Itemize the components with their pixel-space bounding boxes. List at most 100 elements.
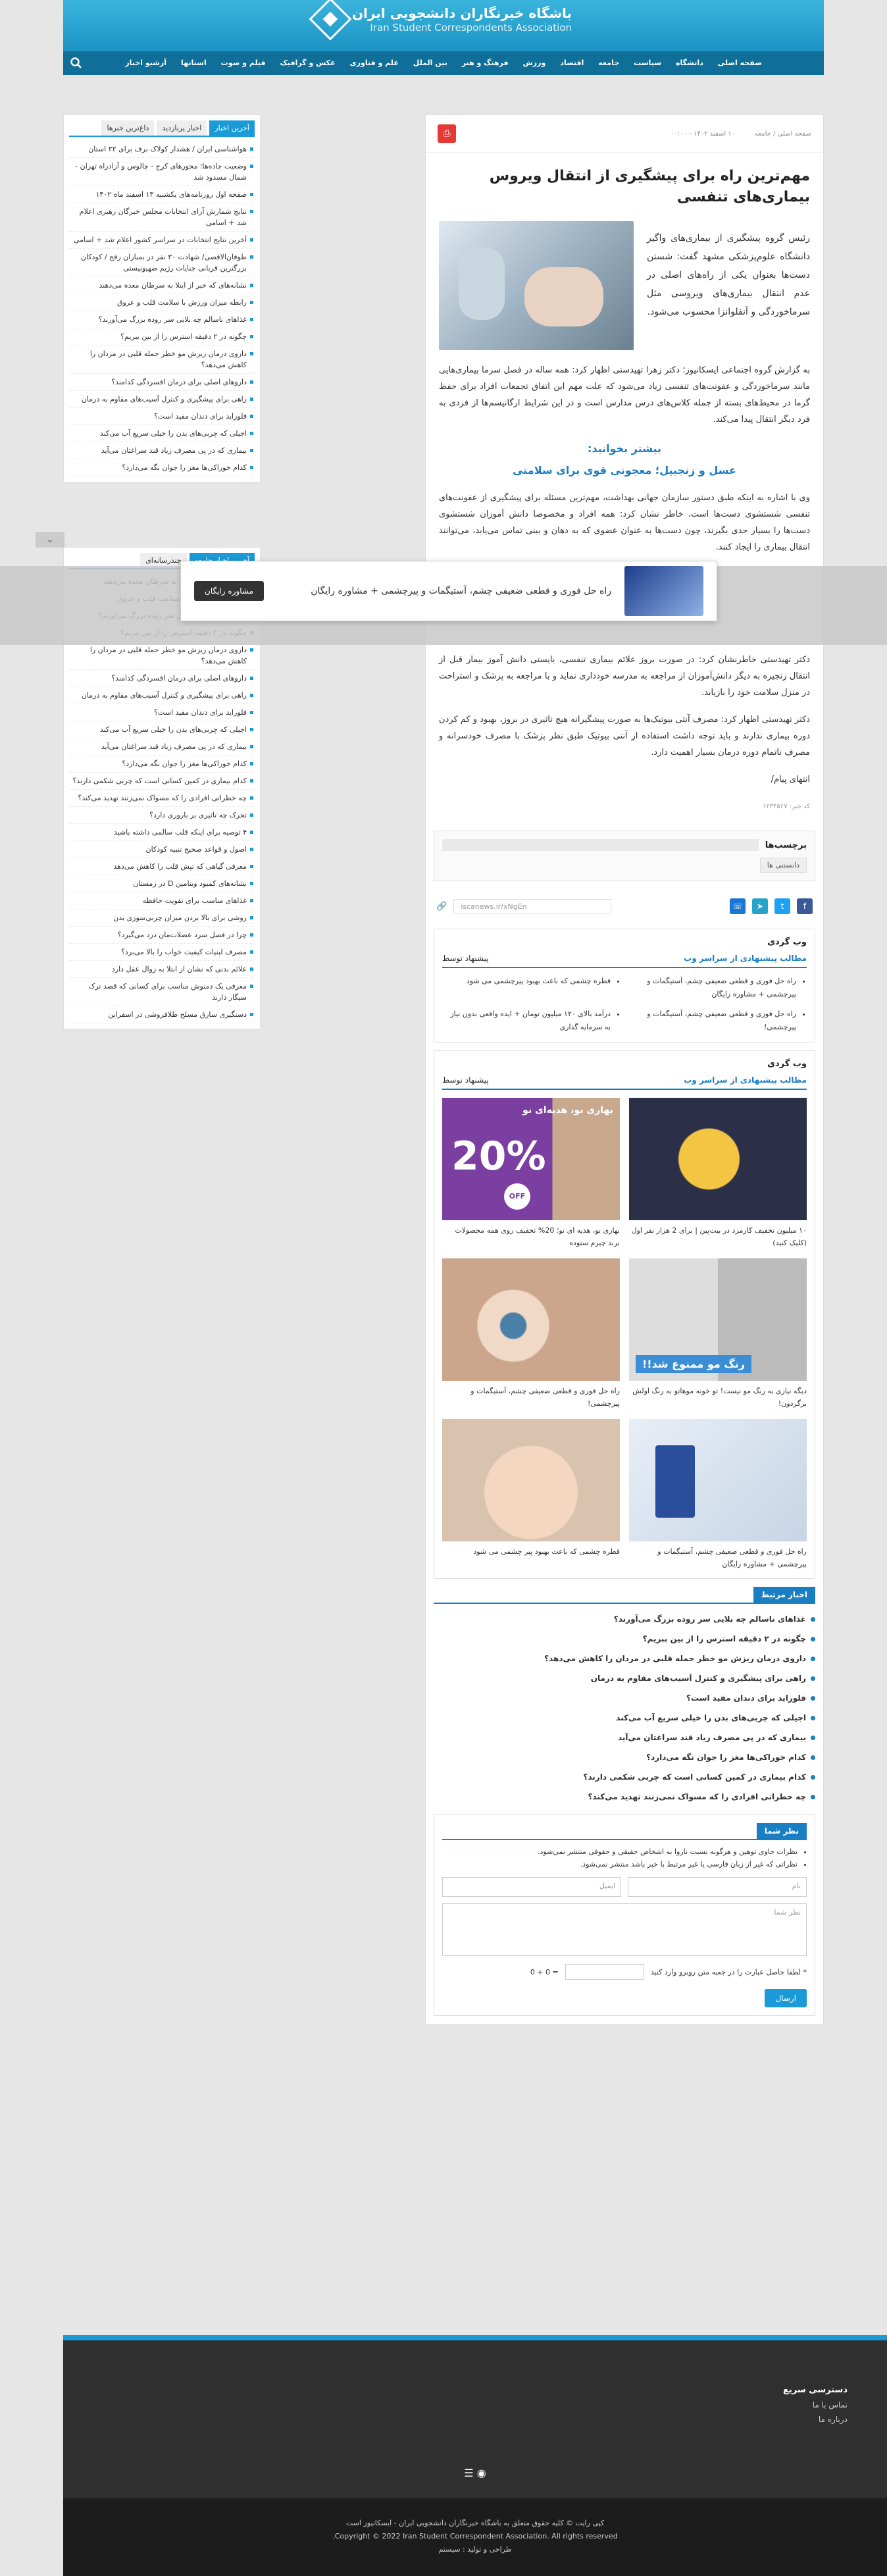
footer-link-about[interactable]: درباره ما bbox=[819, 2415, 848, 2424]
ad-card[interactable]: راه حل فوری و قطعی ضعیفی چشم، آستیگمات و… bbox=[442, 1258, 620, 1410]
nav-science[interactable]: علم و فناوری bbox=[343, 51, 406, 75]
related-item[interactable]: کدام خوراکی‌ها مغز را جوان نگه می‌دارد؟ bbox=[434, 1747, 815, 1767]
ad-card[interactable]: راه حل فوری و قطعی ضعیفی چشم، آستیگمات و… bbox=[629, 1419, 807, 1570]
tag-item[interactable]: دانستنی ها bbox=[759, 858, 807, 873]
sidebar-news-item[interactable]: داروهای اصلی برای درمان افسردگی کدامند؟ bbox=[69, 670, 255, 687]
nav-international[interactable]: بین الملل bbox=[406, 51, 455, 75]
whatsapp-icon[interactable]: ☏ bbox=[730, 898, 746, 914]
read-more-link[interactable]: عسل و زنجبیل؛ معجونی قوی برای سلامتی bbox=[426, 459, 823, 484]
related-item[interactable]: داروی درمان ریزش مو خطر حمله قلبی در مرد… bbox=[434, 1649, 815, 1668]
name-field[interactable]: نام bbox=[628, 1877, 807, 1897]
sidebar-news-item[interactable]: راهی برای پیشگیری و کنترل آسیب‌های مقاوم… bbox=[69, 391, 255, 408]
sidebar-news-item[interactable]: آخرین نتایج انتخابات در سراسر کشور اعلام… bbox=[69, 232, 255, 249]
nav-provinces[interactable]: استانها bbox=[174, 51, 214, 75]
related-item[interactable]: فلوراید برای دندان مفید است؟ bbox=[434, 1688, 815, 1708]
related-item[interactable]: بیماری که در پی مصرف زیاد قند سراغتان می… bbox=[434, 1728, 815, 1747]
article-title: مهم‌ترین راه برای پیشگیری از انتقال ویرو… bbox=[489, 168, 810, 205]
sidebar-news-item[interactable]: صفحه اول روزنامه‌های یکشنبه ۱۳ اسفند ماه… bbox=[69, 186, 255, 203]
read-more-heading: بیشتر بخوانید: bbox=[587, 442, 662, 455]
ad-card[interactable]: رنگ مو ممنوع شد!! دیگه نیازی به رنگ مو ن… bbox=[629, 1258, 807, 1410]
sidebar-news-item[interactable]: نشانه‌های کمبود ویتامین D در زمستان bbox=[69, 875, 255, 892]
sitemap-icon[interactable]: ☰ bbox=[464, 2467, 473, 2479]
sticky-ad[interactable]: راه حل فوری و قطعی ضعیفی چشم، آستیگمات و… bbox=[180, 561, 717, 621]
sidebar-news-item[interactable]: غذاهای مناسب برای تقویت حافظه bbox=[69, 892, 255, 910]
free-consult-button[interactable]: مشاوره رایگان bbox=[194, 581, 265, 601]
short-url[interactable]: iscanews.ir/xNgEn bbox=[453, 898, 612, 914]
sidebar-news-item[interactable]: داروی درمان ریزش مو خطر حمله قلبی در مرد… bbox=[69, 642, 255, 670]
footer-link-contact[interactable]: تماس با ما bbox=[813, 2400, 848, 2409]
sidebar-news-item[interactable]: کدام خوراکی‌ها مغز را جوان نگه می‌دارد؟ bbox=[69, 756, 255, 773]
related-item[interactable]: غذاهای ناسالم چه بلایی سر روده بزرگ می‌آ… bbox=[434, 1609, 815, 1629]
sidebar-news-item[interactable]: معرفی گیاهی که تپش قلب را کاهش می‌دهد bbox=[69, 858, 255, 875]
sidebar-news-item[interactable]: فلوراید برای دندان مفید است؟ bbox=[69, 704, 255, 721]
sidebar-news-item[interactable]: اجیلی که چربی‌های بدن را خیلی سریع آب می… bbox=[69, 425, 255, 442]
sidebar-news-item[interactable]: دستگیری سارق مسلح طلافروشی در اسفراین bbox=[69, 1006, 255, 1023]
print-icon[interactable]: ⎙ bbox=[438, 124, 456, 143]
nav-photo[interactable]: عکس و گرافیک bbox=[273, 51, 343, 75]
sidebar-news-item[interactable]: کدام خوراکی‌ها مغز را جوان نگه می‌دارد؟ bbox=[69, 459, 255, 477]
search-icon[interactable] bbox=[70, 57, 83, 70]
webgardi-item[interactable]: راه حل فوری و قطعی ضعیفی چشم، آستیگمات و… bbox=[628, 975, 796, 1001]
sidebar-news-item[interactable]: رابطه میزان ورزش با سلامت قلب و عروق bbox=[69, 294, 255, 311]
sidebar-news-item[interactable]: غذاهای ناسالم چه بلایی سر روده بزرگ می‌آ… bbox=[69, 311, 255, 328]
nav-archive[interactable]: آرشیو اخبار bbox=[118, 51, 174, 75]
nav-video[interactable]: فیلم و صوت bbox=[214, 51, 273, 75]
captcha-input[interactable] bbox=[565, 1964, 644, 1980]
sidebar-news-item[interactable]: اجیلی که چربی‌های بدن را خیلی سریع آب می… bbox=[69, 721, 255, 738]
related-item[interactable]: چگونه در ۲ دقیقه استرس را از بین ببریم؟ bbox=[434, 1629, 815, 1649]
sidebar-news-item[interactable]: فلوراید برای دندان مفید است؟ bbox=[69, 408, 255, 425]
sidebar-news-item[interactable]: طوفان‌الاقصی/ شهادت ۳۰ نفر در بمباران رف… bbox=[69, 249, 255, 277]
comment-textarea[interactable]: نظر شما bbox=[442, 1903, 807, 1956]
send-button[interactable]: ارسال bbox=[765, 1989, 807, 2007]
related-item[interactable]: راهی برای پیشگیری و کنترل آسیب‌های مقاوم… bbox=[434, 1668, 815, 1688]
webgardi-item[interactable]: راه حل فوری و قطعی ضعیفی چشم، آستیگمات و… bbox=[628, 1008, 796, 1034]
twitter-icon[interactable]: t bbox=[774, 898, 790, 914]
sidebar-news-item[interactable]: چه خطراتی افرادی را که مسواک نمی‌زنند ته… bbox=[69, 790, 255, 807]
sidebar-news-item[interactable]: نشانه‌های که خبر از ابتلا به سرطان معده … bbox=[69, 277, 255, 294]
nav-sport[interactable]: ورزش bbox=[516, 51, 553, 75]
sidebar-news-item[interactable]: چگونه در ۲ دقیقه استرس را از بین ببریم؟ bbox=[69, 328, 255, 346]
sidebar-news-item[interactable]: علائم بدنی که نشان از ابتلا به زوال عقل … bbox=[69, 961, 255, 978]
sidebar-news-item[interactable]: ۴ توصیه برای اینکه قلب سالمی داشته باشید bbox=[69, 824, 255, 841]
design-credit[interactable]: طراحی و تولید : سیستم bbox=[63, 2543, 887, 2556]
sidebar-news-item[interactable]: تحرک چه تاثیری بر باروری دارد؟ bbox=[69, 807, 255, 824]
sidebar-news-item[interactable]: اصول و قواعد صحیح تنبیه کودکان bbox=[69, 841, 255, 858]
site-logo[interactable]: باشگاه خبرنگاران دانشجویی ایران Iran Stu… bbox=[309, 0, 572, 41]
related-item[interactable]: اجیلی که چربی‌های بدن را خیلی سریع آب می… bbox=[434, 1708, 815, 1728]
sidebar-news-item[interactable]: راهی برای پیشگیری و کنترل آسیب‌های مقاوم… bbox=[69, 687, 255, 704]
collapse-icon[interactable]: ⌄ bbox=[36, 532, 64, 548]
sidebar-news-item[interactable]: روشی برای بالا بردن میزان چربی‌سوزی بدن bbox=[69, 910, 255, 927]
nav-economy[interactable]: اقتصاد bbox=[553, 51, 591, 75]
sidebar-news-item[interactable]: کدام بیماری در کمین کسانی است که چربی شک… bbox=[69, 773, 255, 790]
sidebar-news-item[interactable]: معرفی یک دمنوش مناسب برای کسانی که قصد ت… bbox=[69, 978, 255, 1006]
webgardi-item[interactable]: درآمد بالای ۱۲۰ میلیون تومان + ایده واقع… bbox=[442, 1008, 611, 1034]
sidebar-news-item[interactable]: داروی درمان ریزش مو خطر حمله قلبی در مرد… bbox=[69, 346, 255, 374]
rss-icon[interactable]: ◉ bbox=[477, 2467, 486, 2479]
nav-culture[interactable]: فرهنگ و هنر bbox=[455, 51, 516, 75]
sidebar-news-item[interactable]: مصرف لبنیات کیفیت خواب را بالا می‌برد؟ bbox=[69, 944, 255, 961]
nav-university[interactable]: دانشگاه bbox=[669, 51, 711, 75]
tab-hottest[interactable]: داغ‌ترین خبرها bbox=[101, 120, 155, 136]
sidebar-news-item[interactable]: نتایج شمارش آرای انتخابات مجلس خبرگان ره… bbox=[69, 203, 255, 232]
ad-card[interactable]: بهاری نو، هدیه‌ای نو 20% OFF بهاری نو، ه… bbox=[442, 1098, 620, 1249]
related-item[interactable]: چه خطراتی افرادی را که مسواک نمی‌زنند ته… bbox=[434, 1787, 815, 1807]
nav-home[interactable]: صفحه اصلی bbox=[711, 51, 769, 75]
nav-politics[interactable]: سیاست bbox=[626, 51, 669, 75]
facebook-icon[interactable]: f bbox=[797, 898, 813, 914]
sidebar-news-item[interactable]: داروهای اصلی برای درمان افسردگی کدامند؟ bbox=[69, 374, 255, 391]
ad-card[interactable]: ۱۰ میلیون تخفیف کارمزد در بیت‌پین | برای… bbox=[629, 1098, 807, 1249]
related-item[interactable]: کدام بیماری در کمین کسانی است که چربی شک… bbox=[434, 1767, 815, 1787]
ad-card[interactable]: قطره چشمی که باعث بهبود پیر چشمی می شود bbox=[442, 1419, 620, 1570]
tab-most-viewed[interactable]: اخبار پربازدید bbox=[157, 120, 207, 136]
sidebar-news-item[interactable]: بیماری که در پی مصرف زیاد قند سراغتان می… bbox=[69, 738, 255, 756]
email-field[interactable]: ایمیل bbox=[442, 1877, 621, 1897]
tab-latest[interactable]: آخرین اخبار bbox=[209, 120, 255, 136]
nav-society[interactable]: جامعه bbox=[591, 51, 626, 75]
sidebar-news-item[interactable]: بیماری که در پی مصرف زیاد قند سراغتان می… bbox=[69, 442, 255, 459]
telegram-icon[interactable]: ➤ bbox=[752, 898, 768, 914]
webgardi-item[interactable]: قطره چشمی که باعث بهبود پیرچشمی می شود bbox=[442, 975, 611, 1001]
sidebar-news-item[interactable]: هواشناسی ایران / هشدار کولاک برف برای ۲۲… bbox=[69, 141, 255, 158]
breadcrumb[interactable]: صفحه اصلی / جامعه bbox=[755, 130, 811, 138]
sidebar-news-item[interactable]: وضعیت جاده‌ها؛ محورهای کرج - چالوس و آزا… bbox=[69, 158, 255, 186]
sidebar-news-item[interactable]: چرا در فصل سرد عضلات‌مان درد می‌گیرد؟ bbox=[69, 927, 255, 944]
